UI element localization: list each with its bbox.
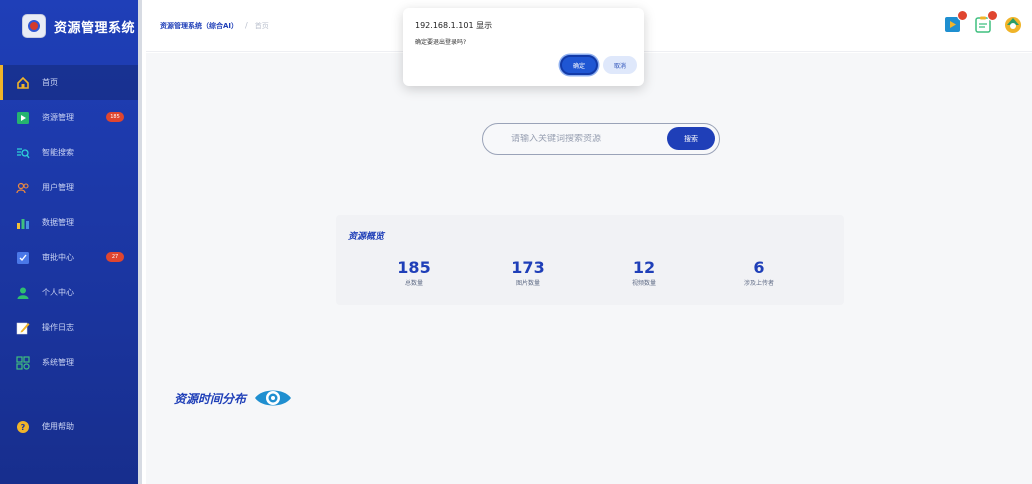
breadcrumb-current: 首页	[254, 21, 269, 30]
dialog-message: 确定要退出登录吗?	[415, 39, 467, 46]
stat-total: 185 总数量	[374, 258, 454, 288]
overview-title: 资源概览	[348, 232, 385, 242]
resource-icon	[16, 111, 30, 125]
sidebar-item-label: 个人中心	[42, 288, 74, 297]
sidebar-item-smart-search[interactable]: 智能搜索	[0, 135, 138, 170]
bar-chart-icon	[16, 216, 30, 230]
stat-label: 涉及上传者	[743, 280, 774, 287]
stat-value: 12	[632, 258, 656, 277]
sidebar-item-users[interactable]: 用户管理	[0, 170, 138, 205]
sidebar-item-logs[interactable]: 操作日志	[0, 310, 138, 345]
sidebar: 资源管理系统 首页 资源管理 185 智能搜索 用户管理 数据管理 审批中心 2…	[0, 0, 142, 484]
clipboard-icon[interactable]	[974, 10, 998, 33]
count-badge: 27	[106, 252, 124, 262]
stat-uploaders: 6 涉及上传者	[719, 258, 799, 288]
logout-confirm-dialog: 192.168.1.101 显示 确定要退出登录吗? 确定 取消	[403, 8, 644, 86]
header-actions	[944, 10, 1022, 33]
sidebar-item-label: 系统管理	[42, 358, 74, 367]
stat-value: 185	[397, 258, 431, 277]
sidebar-item-system[interactable]: 系统管理	[0, 345, 138, 380]
sidebar-item-label: 首页	[42, 78, 58, 87]
notification-badge	[957, 10, 968, 21]
app-title: 资源管理系统	[54, 20, 136, 36]
smart-search-icon	[16, 146, 30, 160]
system-icon	[16, 355, 30, 370]
sidebar-item-help[interactable]: ? 使用帮助	[0, 409, 138, 444]
stat-label: 视频数量	[631, 280, 656, 287]
breadcrumb-root[interactable]: 资源管理系统（综合AI）	[160, 21, 238, 31]
count-badge: 185	[106, 112, 124, 122]
users-icon	[16, 181, 30, 195]
approval-icon	[16, 251, 30, 265]
sidebar-item-label: 使用帮助	[42, 422, 74, 431]
sidebar-item-label: 资源管理	[42, 113, 74, 122]
sidebar-item-label: 数据管理	[42, 218, 74, 227]
sidebar-item-label: 审批中心	[42, 253, 74, 262]
help-icon: ?	[16, 420, 30, 434]
avatar-icon[interactable]	[1004, 15, 1022, 33]
sidebar-item-resources[interactable]: 资源管理 185	[0, 100, 138, 135]
confirm-button[interactable]: 确定	[560, 55, 598, 75]
stat-images: 173 图片数量	[488, 258, 568, 288]
stat-videos: 12 视频数量	[604, 258, 684, 288]
stat-value: 173	[511, 258, 545, 277]
brand: 资源管理系统	[0, 0, 138, 52]
person-icon	[16, 286, 30, 300]
dialog-title: 192.168.1.101 显示	[415, 21, 493, 30]
search-bar: 搜索	[482, 123, 720, 155]
stat-value: 6	[753, 258, 765, 277]
video-icon[interactable]	[944, 10, 968, 33]
cancel-button[interactable]: 取消	[603, 56, 637, 74]
notification-badge	[987, 10, 998, 21]
search-input[interactable]	[511, 134, 661, 144]
logo-icon	[22, 14, 46, 38]
stat-label: 总数量	[404, 280, 423, 287]
sidebar-item-profile[interactable]: 个人中心	[0, 275, 138, 310]
sidebar-item-data[interactable]: 数据管理	[0, 205, 138, 240]
eye-icon[interactable]	[254, 387, 292, 409]
sidebar-item-approval[interactable]: 审批中心 27	[0, 240, 138, 275]
sidebar-nav: 首页 资源管理 185 智能搜索 用户管理 数据管理 审批中心 27 个人中心 …	[0, 65, 138, 444]
sidebar-item-label: 用户管理	[42, 183, 74, 192]
distribution-title: 资源时间分布	[174, 391, 247, 406]
breadcrumb-separator: /	[245, 21, 248, 30]
edit-log-icon	[16, 321, 30, 335]
sidebar-item-home[interactable]: 首页	[0, 65, 138, 100]
svg-text:?: ?	[21, 423, 26, 432]
search-button[interactable]: 搜索	[667, 127, 715, 150]
distribution-header: 资源时间分布	[174, 387, 292, 409]
home-icon	[16, 76, 30, 90]
sidebar-item-label: 智能搜索	[42, 148, 74, 157]
overview-card: 资源概览 185 总数量 173 图片数量 12 视频数量 6 涉及上传者	[336, 215, 844, 305]
stat-label: 图片数量	[515, 280, 540, 287]
sidebar-item-label: 操作日志	[42, 323, 74, 332]
main-content: 搜索 资源概览 185 总数量 173 图片数量 12 视频数量 6 涉及上传者…	[146, 53, 1032, 484]
